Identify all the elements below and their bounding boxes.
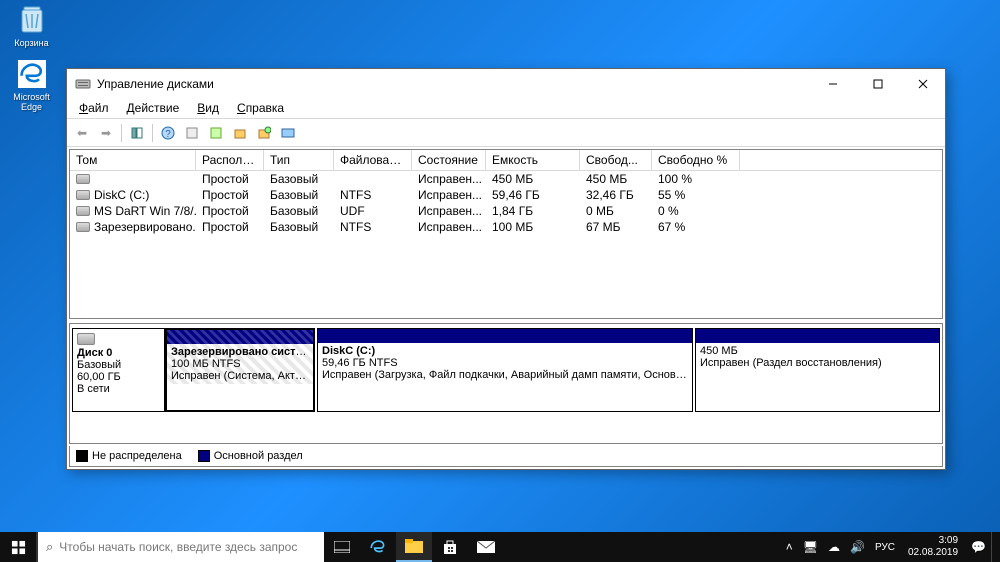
- disk-0-label[interactable]: Диск 0 Базовый 60,00 ГБ В сети: [72, 328, 165, 412]
- volume-icon: [76, 222, 90, 232]
- disk-row: Диск 0 Базовый 60,00 ГБ В сети Зарезерви…: [72, 328, 940, 412]
- toolbar-btn-1[interactable]: [126, 122, 148, 144]
- volume-header: Том Располо... Тип Файловая с... Состоян…: [70, 150, 942, 171]
- col-volume[interactable]: Том: [70, 150, 196, 170]
- app-icon: [75, 76, 91, 92]
- task-view-button[interactable]: [324, 532, 360, 562]
- col-layout[interactable]: Располо...: [196, 150, 264, 170]
- col-type[interactable]: Тип: [264, 150, 334, 170]
- disk-icon: [77, 333, 95, 345]
- volume-row[interactable]: DiskC (C:)ПростойБазовыйNTFSИсправен...5…: [70, 187, 942, 203]
- volume-row[interactable]: MS DaRT Win 7/8/...ПростойБазовыйUDFИспр…: [70, 203, 942, 219]
- menubar: Файл Действие Вид Справка: [67, 99, 945, 119]
- recycle-bin-label: Корзина: [4, 38, 59, 48]
- toolbar-btn-7[interactable]: [277, 122, 299, 144]
- start-button[interactable]: [0, 532, 36, 562]
- col-free[interactable]: Свобод...: [580, 150, 652, 170]
- toolbar: ⬅ ➡ ?: [67, 119, 945, 147]
- taskbar-store[interactable]: [432, 532, 468, 562]
- partition[interactable]: 450 МБИсправен (Раздел восстановления): [695, 328, 940, 412]
- volume-icon: [76, 174, 90, 184]
- tray-volume-icon[interactable]: 🔊: [845, 540, 870, 554]
- help-button[interactable]: ?: [157, 122, 179, 144]
- search-icon: ⌕: [46, 539, 53, 555]
- volume-icon: [76, 206, 90, 216]
- recycle-bin[interactable]: Корзина: [4, 4, 59, 48]
- refresh-button[interactable]: [181, 122, 203, 144]
- volume-list[interactable]: Том Располо... Тип Файловая с... Состоян…: [69, 149, 943, 319]
- volume-row[interactable]: Зарезервировано...ПростойБазовыйNTFSИспр…: [70, 219, 942, 235]
- back-button[interactable]: ⬅: [71, 122, 93, 144]
- disk-graphical-view: Диск 0 Базовый 60,00 ГБ В сети Зарезерви…: [69, 323, 943, 444]
- action-center-icon[interactable]: 💬: [966, 540, 991, 554]
- menu-help[interactable]: Справка: [231, 99, 290, 118]
- taskbar-mail[interactable]: [468, 532, 504, 562]
- edge-label: MicrosoftEdge: [4, 92, 59, 112]
- tray-clock[interactable]: 3:09 02.08.2019: [900, 535, 966, 559]
- tray-lang[interactable]: РУС: [870, 542, 900, 553]
- menu-view[interactable]: Вид: [191, 99, 225, 118]
- window-title: Управление дисками: [97, 77, 810, 91]
- maximize-button[interactable]: [855, 69, 900, 99]
- menu-action[interactable]: Действие: [121, 99, 186, 118]
- tray-network-icon[interactable]: 🖥: [798, 540, 823, 554]
- toolbar-btn-5[interactable]: [229, 122, 251, 144]
- show-desktop-button[interactable]: [991, 532, 996, 562]
- disk-management-window: Управление дисками Файл Действие Вид Спр…: [66, 68, 946, 470]
- volume-row[interactable]: ПростойБазовыйИсправен...450 МБ450 МБ100…: [70, 171, 942, 187]
- col-capacity[interactable]: Емкость: [486, 150, 580, 170]
- minimize-button[interactable]: [810, 69, 855, 99]
- svg-text:?: ?: [165, 129, 171, 140]
- tray-chevron-icon[interactable]: ˄: [781, 540, 798, 554]
- close-button[interactable]: [900, 69, 945, 99]
- legend-primary-swatch: [198, 450, 210, 462]
- titlebar[interactable]: Управление дисками: [67, 69, 945, 99]
- taskbar: ⌕ Чтобы начать поиск, введите здесь запр…: [0, 532, 1000, 562]
- forward-button[interactable]: ➡: [95, 122, 117, 144]
- partition[interactable]: DiskC (C:)59,46 ГБ NTFSИсправен (Загрузк…: [317, 328, 693, 412]
- taskbar-search[interactable]: ⌕ Чтобы начать поиск, введите здесь запр…: [36, 532, 324, 562]
- menu-file[interactable]: Файл: [73, 99, 115, 118]
- toolbar-btn-4[interactable]: [205, 122, 227, 144]
- system-tray: ˄ 🖥 ☁ 🔊 РУС 3:09 02.08.2019 💬: [781, 532, 1000, 562]
- toolbar-btn-6[interactable]: [253, 122, 275, 144]
- partition[interactable]: Зарезервировано системой100 МБ NTFSИспра…: [165, 328, 315, 412]
- col-freepct[interactable]: Свободно %: [652, 150, 740, 170]
- legend: Не распределена Основной раздел: [69, 446, 943, 467]
- edge-shortcut[interactable]: MicrosoftEdge: [4, 58, 59, 112]
- volume-icon: [76, 190, 90, 200]
- col-status[interactable]: Состояние: [412, 150, 486, 170]
- taskbar-edge[interactable]: [360, 532, 396, 562]
- legend-unallocated-swatch: [76, 450, 88, 462]
- col-fs[interactable]: Файловая с...: [334, 150, 412, 170]
- taskbar-explorer[interactable]: [396, 532, 432, 562]
- search-placeholder: Чтобы начать поиск, введите здесь запрос: [59, 540, 297, 554]
- tray-onedrive-icon[interactable]: ☁: [823, 540, 845, 554]
